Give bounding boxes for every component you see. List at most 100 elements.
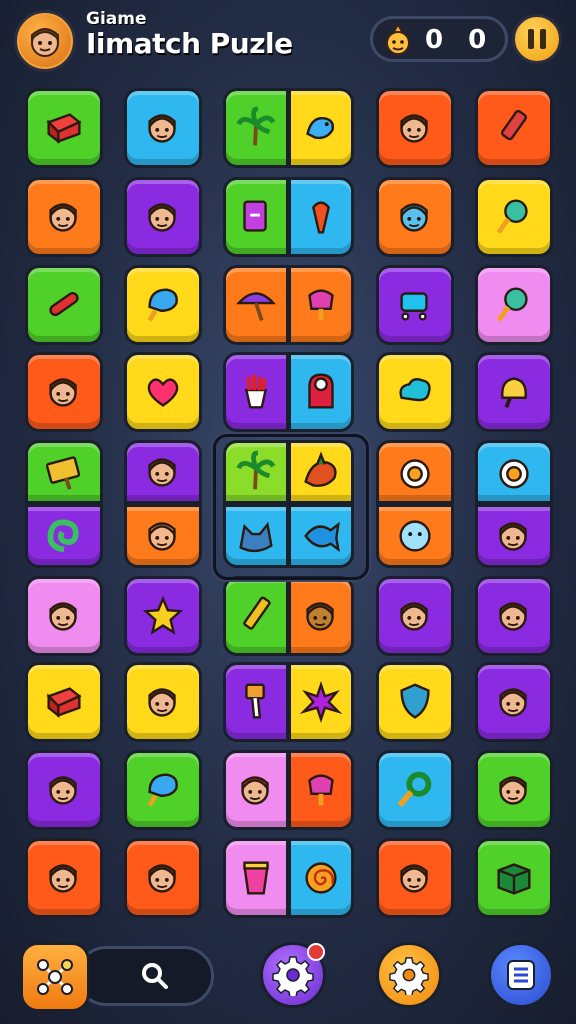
- character-score-icon: [386, 23, 410, 55]
- shield-icon: [400, 683, 430, 719]
- tile-boy[interactable]: [376, 838, 454, 918]
- card-icon: [243, 200, 267, 232]
- palm-icon: [236, 106, 276, 146]
- tile-icecream[interactable]: [124, 265, 202, 345]
- tile-magnifier[interactable]: [376, 750, 454, 830]
- star-icon: [142, 595, 184, 635]
- player-avatar[interactable]: [14, 10, 76, 72]
- game-title: Giame Iimatch Puzle: [86, 10, 293, 60]
- tile-popsicle[interactable]: [288, 265, 354, 345]
- tile-bubble[interactable]: [376, 504, 454, 568]
- menu-button[interactable]: [488, 942, 554, 1008]
- tile-boy[interactable]: [124, 177, 202, 257]
- tile-bird[interactable]: [288, 88, 354, 168]
- tile-brush[interactable]: [223, 662, 289, 742]
- tile-star[interactable]: [124, 576, 202, 656]
- tile-torch[interactable]: [288, 177, 354, 257]
- tile-mask[interactable]: [288, 576, 354, 656]
- boy-icon: [148, 458, 176, 487]
- options-button[interactable]: [376, 942, 442, 1008]
- tile-umbrella[interactable]: [223, 265, 289, 345]
- boy-icon: [499, 522, 527, 551]
- block-icon: [46, 113, 82, 144]
- tile-pencil[interactable]: [223, 576, 289, 656]
- block-icon: [46, 687, 82, 718]
- tile-cloud[interactable]: [376, 352, 454, 432]
- magnifier-icon: [397, 771, 432, 808]
- tile-boy[interactable]: [124, 440, 202, 504]
- popsicle-icon: [308, 774, 334, 806]
- tile-egg[interactable]: [475, 440, 553, 504]
- tile-boy[interactable]: [124, 88, 202, 168]
- tile-egg[interactable]: [376, 440, 454, 504]
- icecream-icon: [147, 288, 178, 322]
- candy-icon: [49, 292, 79, 317]
- tile-heart[interactable]: [124, 352, 202, 432]
- tile-boy[interactable]: [25, 838, 103, 918]
- egg-icon: [400, 459, 430, 489]
- gear-icon: [389, 957, 429, 995]
- boy-icon: [49, 776, 77, 805]
- pencil-icon: [243, 596, 271, 630]
- tile-sign[interactable]: [25, 440, 103, 504]
- boy-icon: [49, 203, 77, 232]
- spiral-icon: [305, 862, 337, 894]
- tile-boy[interactable]: [376, 88, 454, 168]
- tile-cart[interactable]: [376, 265, 454, 345]
- pause-button[interactable]: [512, 14, 562, 64]
- boy-icon: [499, 688, 527, 717]
- tile-block[interactable]: [25, 88, 103, 168]
- tile-baby[interactable]: [124, 504, 202, 568]
- boy-icon: [148, 203, 176, 232]
- tile-boy[interactable]: [124, 662, 202, 742]
- tile-boy[interactable]: [25, 352, 103, 432]
- list-icon: [507, 960, 535, 990]
- tile-boy[interactable]: [475, 750, 553, 830]
- icecream-icon: [147, 773, 178, 807]
- tile-popsicle[interactable]: [288, 750, 354, 830]
- tile-splash[interactable]: [288, 662, 354, 742]
- tile-fries[interactable]: [223, 352, 289, 432]
- egg-icon: [499, 459, 529, 489]
- tile-palm[interactable]: [223, 88, 289, 168]
- tile-box[interactable]: [475, 838, 553, 918]
- tile-candy[interactable]: [25, 265, 103, 345]
- tile-boy[interactable]: [124, 838, 202, 918]
- tile-alien[interactable]: [376, 177, 454, 257]
- tile-swirl[interactable]: [25, 504, 103, 568]
- tile-bell[interactable]: [475, 352, 553, 432]
- boy-avatar-icon: [31, 28, 59, 57]
- selected-group-frame: [213, 434, 369, 580]
- tile-card[interactable]: [223, 177, 289, 257]
- boy-icon: [49, 378, 77, 407]
- tile-lollipop[interactable]: [475, 177, 553, 257]
- title-small: Giame: [86, 9, 147, 29]
- tile-boy[interactable]: [25, 576, 103, 656]
- tile-boy[interactable]: [475, 504, 553, 568]
- boy-icon: [148, 864, 176, 893]
- tile-marker[interactable]: [475, 88, 553, 168]
- tile-icecream[interactable]: [124, 750, 202, 830]
- tile-boy[interactable]: [25, 177, 103, 257]
- tile-boy[interactable]: [25, 750, 103, 830]
- top-bar: Giame Iimatch Puzle 0 0: [0, 0, 576, 80]
- boy-icon: [148, 688, 176, 717]
- tile-cup[interactable]: [223, 838, 289, 918]
- settings-button[interactable]: [260, 942, 326, 1008]
- tile-lollipop[interactable]: [475, 265, 553, 345]
- lollipop-icon: [496, 199, 528, 234]
- marker-icon: [500, 109, 528, 141]
- tile-boy[interactable]: [475, 576, 553, 656]
- tile-spiral[interactable]: [288, 838, 354, 918]
- tile-boy[interactable]: [376, 576, 454, 656]
- mask-icon: [306, 602, 334, 631]
- tile-ghost[interactable]: [288, 352, 354, 432]
- puzzle-board: [0, 82, 576, 932]
- tile-shield[interactable]: [376, 662, 454, 742]
- tile-boy[interactable]: [475, 662, 553, 742]
- tile-block[interactable]: [25, 662, 103, 742]
- tile-girl[interactable]: [223, 750, 289, 830]
- hint-button[interactable]: [20, 942, 90, 1012]
- search-field[interactable]: [76, 946, 214, 1006]
- gear-icon: [272, 956, 314, 996]
